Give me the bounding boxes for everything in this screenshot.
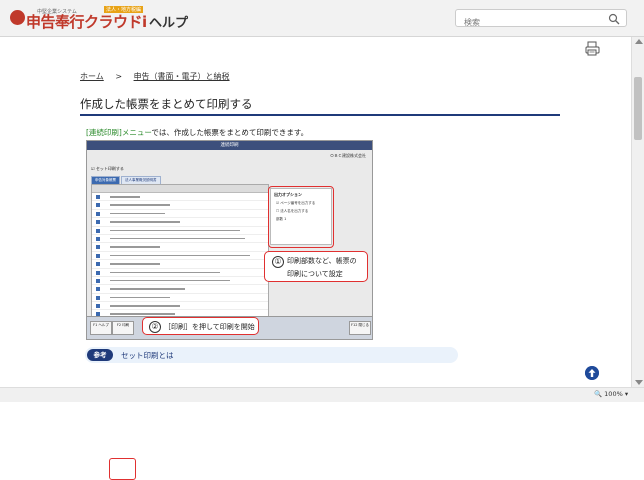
page-title: 作成した帳票をまとめて印刷する — [80, 97, 253, 111]
screenshot-list-row — [92, 193, 268, 202]
callout-settings: ① 印刷部数など、帳票の 印刷について設定 — [264, 251, 368, 282]
callout-print: ② ［印刷］を押して印刷を開始 — [142, 317, 259, 335]
screenshot-list-row — [92, 210, 268, 219]
top-bar: 中堅企業システム 法人・地方税編 申告奉行クラウドi ヘルプ — [0, 0, 644, 37]
breadcrumb: ホーム > 申告（書面・電子）と納税 — [80, 71, 230, 82]
screenshot-list-row — [92, 235, 268, 244]
screenshot-list-row — [92, 243, 268, 252]
scrollbar-thumb[interactable] — [634, 77, 642, 140]
logo-edition-tag: 法人・地方税編 — [104, 6, 144, 13]
screenshot-list-row — [92, 227, 268, 235]
screenshot-list-row — [92, 260, 268, 269]
screenshot-company: ＯＢＣ建設株式会社 — [330, 153, 366, 158]
screenshot-list-row — [92, 218, 268, 227]
callout-1-line-1: 印刷部数など、帳票の — [287, 257, 357, 265]
screenshot-f1-button: F1 ヘルプ — [90, 321, 112, 335]
screenshot-set-print-label: セット印刷する — [95, 166, 124, 171]
print-icon[interactable] — [585, 41, 600, 56]
search-input[interactable] — [462, 14, 606, 31]
callout-1-line-2: 印刷について設定 — [287, 270, 343, 278]
search-box[interactable] — [455, 9, 627, 31]
product-logo[interactable]: 中堅企業システム 法人・地方税編 申告奉行クラウドi — [10, 6, 147, 31]
scroll-down-arrow-icon[interactable] — [635, 380, 643, 385]
screenshot-form-list — [91, 184, 269, 336]
intro-menu-name: [連続印刷]メニュー — [86, 128, 152, 137]
vertical-scrollbar[interactable] — [631, 37, 644, 387]
screenshot-set-print-checkbox: ☑ セット印刷する — [91, 166, 124, 171]
app-screenshot: 連続印刷 ＯＢＣ建設株式会社 ☑ セット印刷する 申告対象帳票 法人事業概況説明… — [86, 140, 373, 480]
intro-description: では、作成した帳票をまとめて印刷できます。 — [151, 128, 309, 137]
set-print-link[interactable]: セット印刷とは — [121, 350, 174, 361]
zoom-level[interactable]: 🔍 100% ▾ — [594, 390, 628, 398]
breadcrumb-current-link[interactable]: 申告（書面・電子）と納税 — [134, 72, 230, 81]
screenshot-list-row — [92, 294, 268, 303]
print-button-highlight — [109, 458, 136, 480]
screenshot-window-title: 連続印刷 — [87, 141, 372, 150]
help-title: ヘルプ — [149, 16, 189, 31]
scroll-up-arrow-icon[interactable] — [635, 39, 643, 44]
screenshot-list-row — [92, 269, 268, 277]
breadcrumb-home-link[interactable]: ホーム — [80, 72, 104, 81]
logo-emblem-icon — [10, 10, 25, 25]
screenshot-list-row — [92, 201, 268, 210]
intro-text: [連続印刷]メニューでは、作成した帳票をまとめて印刷できます。 — [86, 127, 308, 138]
callout-number-1: ① — [272, 256, 284, 268]
callout-number-2: ② — [149, 321, 161, 333]
options-highlight-box — [268, 186, 334, 248]
logo-subtitle: 中堅企業システム — [37, 9, 77, 15]
breadcrumb-separator: > — [115, 72, 123, 81]
back-to-top-icon[interactable] — [585, 366, 599, 380]
screenshot-f12-button: F12 閉じる — [349, 321, 371, 335]
reference-box: 参考 セット印刷とは — [85, 347, 458, 363]
screenshot-list-row — [92, 302, 268, 311]
screenshot-list-row — [92, 285, 268, 294]
screenshot-f2-button: F2 印刷 — [112, 321, 134, 335]
screenshot-list-header — [92, 185, 268, 193]
reference-badge: 参考 — [87, 349, 113, 361]
title-underline — [80, 114, 560, 116]
search-icon[interactable] — [608, 13, 620, 25]
screenshot-list-row — [92, 252, 268, 261]
status-bar: 🔍 100% ▾ — [0, 387, 644, 402]
screenshot-list-row — [92, 277, 268, 286]
callout-2-text: ［印刷］を押して印刷を開始 — [164, 323, 255, 331]
